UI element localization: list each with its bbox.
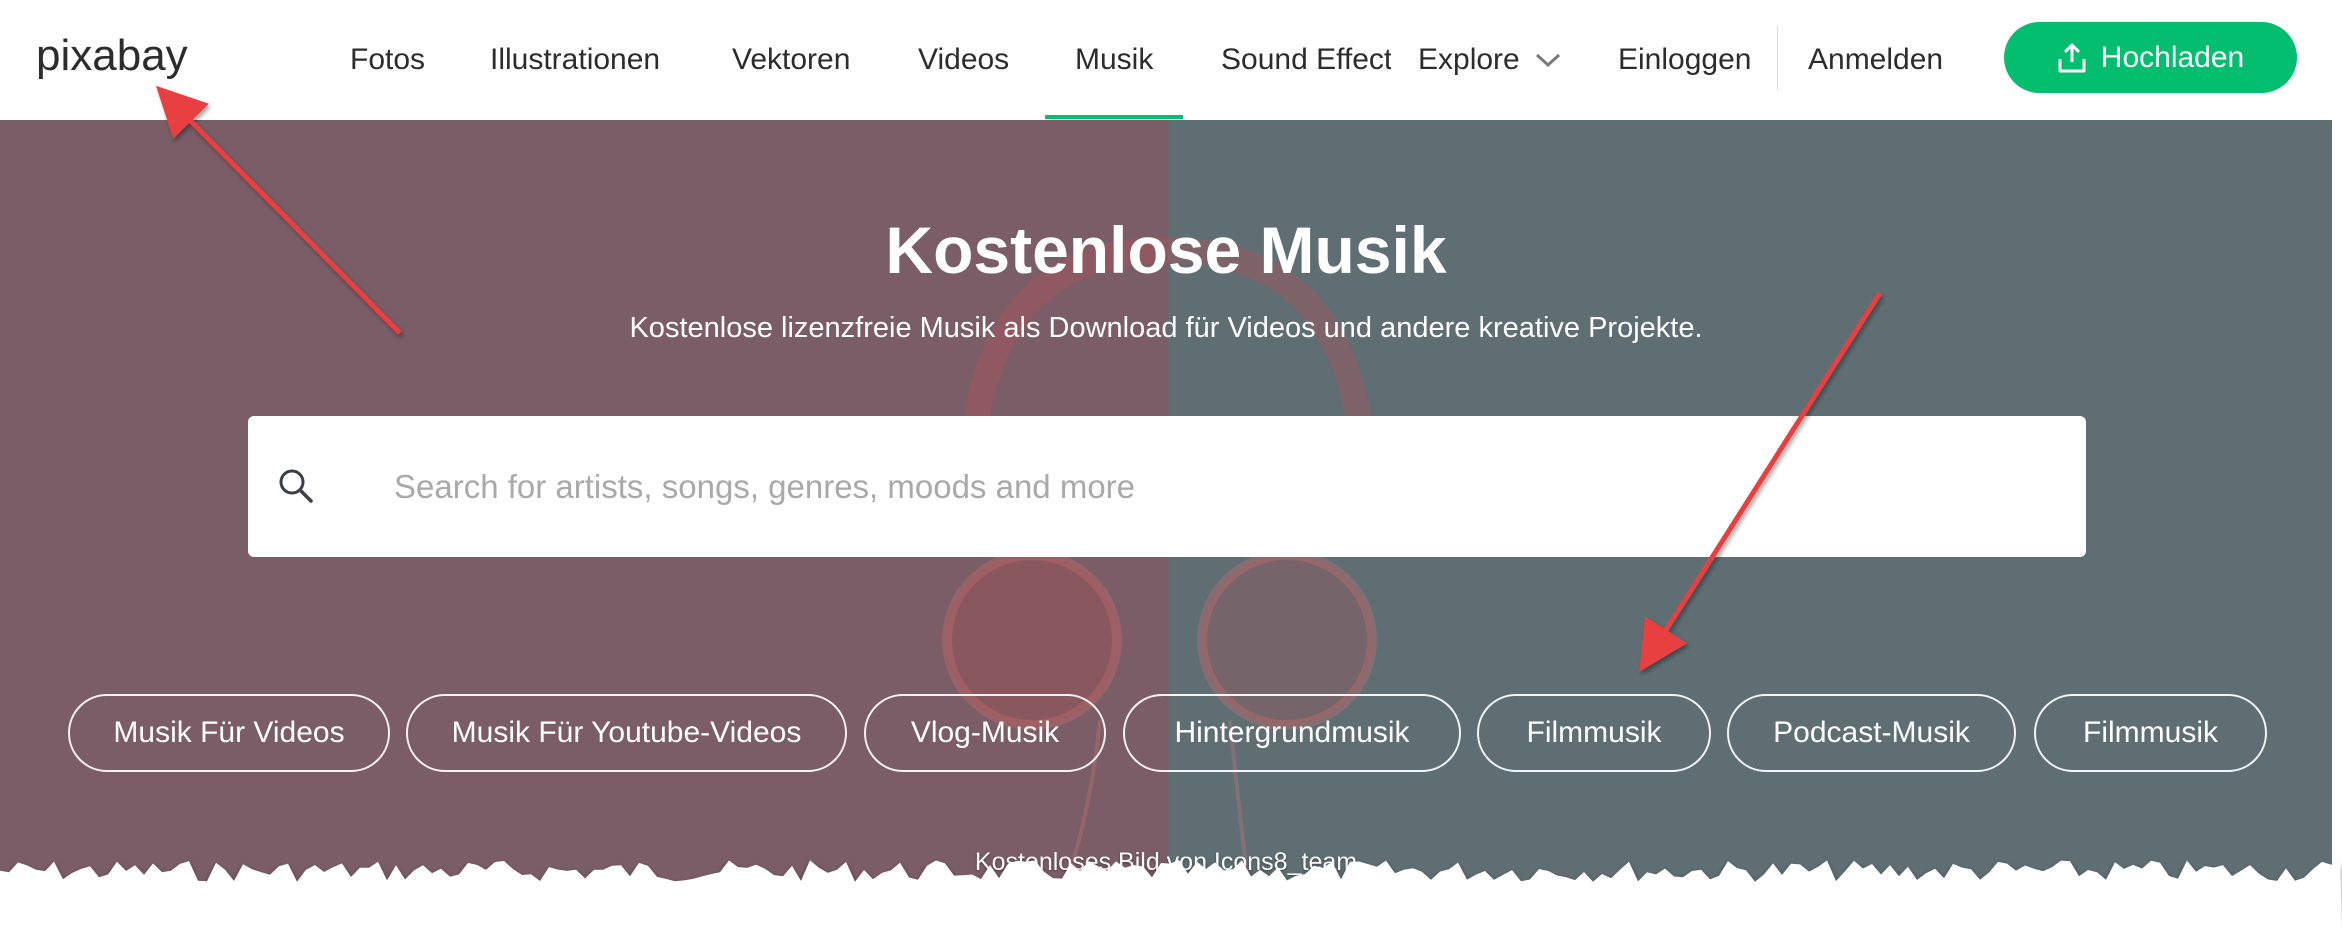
nav-item-videos[interactable]: Videos xyxy=(918,40,1009,80)
nav-item-illustrationen[interactable]: Illustrationen xyxy=(490,40,660,80)
page-subtitle: Kostenlose lizenzfreie Musik als Downloa… xyxy=(629,312,1703,344)
tag-chip-musik-fuer-videos[interactable]: Musik Für Videos xyxy=(68,694,390,772)
tag-chip-vlog-musik[interactable]: Vlog-Musik xyxy=(864,694,1106,772)
nav-item-fotos[interactable]: Fotos xyxy=(350,40,425,80)
signup-link[interactable]: Anmelden xyxy=(1808,40,1943,80)
chevron-down-icon xyxy=(1535,53,1560,68)
hero-banner: Kostenlose Musik Kostenlose lizenzfreie … xyxy=(0,120,2332,895)
search-bar xyxy=(248,416,2086,557)
tag-chip-filmmusik[interactable]: Filmmusik xyxy=(1477,694,1711,772)
nav-item-musik[interactable]: Musik xyxy=(1044,40,1184,119)
nav-explore-dropdown[interactable]: Explore xyxy=(1418,40,1562,80)
page-title: Kostenlose Musik xyxy=(885,213,1447,287)
nav-divider xyxy=(1777,26,1778,90)
search-icon[interactable] xyxy=(278,468,314,504)
tag-chip-hintergrundmusik[interactable]: Hintergrundmusik xyxy=(1123,694,1461,772)
top-navigation-bar: pixabay Fotos Illustrationen Vektoren Vi… xyxy=(0,0,2332,121)
explore-label: Explore xyxy=(1418,43,1520,76)
search-input[interactable] xyxy=(392,446,2056,528)
pixabay-logo[interactable]: pixabay xyxy=(36,28,222,88)
tag-chip-podcast-musik[interactable]: Podcast-Musik xyxy=(1727,694,2016,772)
tag-chip-filmmusik-2[interactable]: Filmmusik xyxy=(2034,694,2267,772)
upload-button[interactable]: Hochladen xyxy=(2004,22,2297,93)
nav-item-sound-effects[interactable]: Sound Effects xyxy=(1221,40,1391,80)
logo-text: pixabay xyxy=(36,31,188,80)
tag-chip-musik-fuer-youtube-videos[interactable]: Musik Für Youtube-Videos xyxy=(406,694,847,772)
upload-icon xyxy=(2058,43,2086,72)
nav-item-vektoren[interactable]: Vektoren xyxy=(732,40,850,80)
torn-edge-decoration xyxy=(0,850,2342,933)
login-link[interactable]: Einloggen xyxy=(1618,40,1751,80)
upload-label: Hochladen xyxy=(2100,40,2245,74)
